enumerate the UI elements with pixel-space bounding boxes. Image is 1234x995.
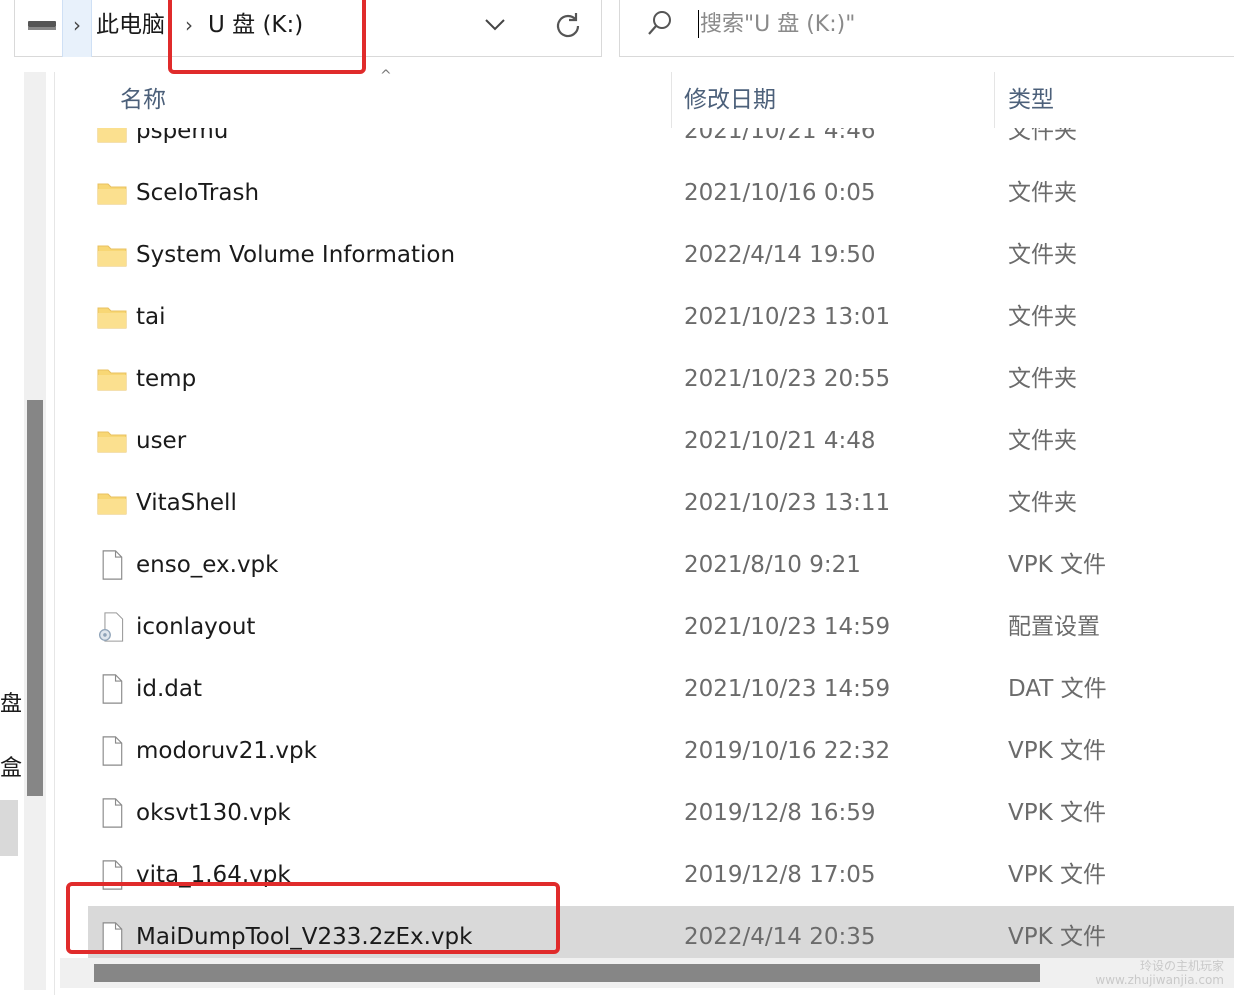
- watermark-line: www.zhujiwanjia.com: [1095, 973, 1224, 987]
- file-type: VPK 文件: [1008, 552, 1106, 578]
- navigation-item-fragment[interactable]: 盒: [0, 750, 22, 782]
- file-modified-date: 2021/10/21 4:48: [684, 428, 876, 454]
- column-divider[interactable]: [671, 72, 672, 128]
- file-modified-date: 2021/10/23 14:59: [684, 676, 891, 702]
- file-type: 文件夹: [1008, 180, 1077, 206]
- file-icon: [96, 798, 128, 828]
- file-type: VPK 文件: [1008, 800, 1106, 826]
- file-icon: [96, 674, 128, 704]
- table-row[interactable]: iconlayout 2021/10/23 14:59 配置设置: [54, 596, 1234, 658]
- horizontal-scrollbar-thumb[interactable]: [94, 964, 1040, 982]
- file-name: id.dat: [136, 676, 203, 702]
- folder-icon: [96, 488, 128, 518]
- navigation-item-fragment[interactable]: 盘: [0, 686, 22, 718]
- breadcrumb-this-pc[interactable]: 此电脑: [96, 0, 165, 50]
- folder-icon: [96, 302, 128, 332]
- file-type: DAT 文件: [1008, 676, 1107, 702]
- file-modified-date: 2019/12/8 16:59: [684, 800, 876, 826]
- folder-icon: [96, 364, 128, 394]
- watermark-line: 玲设の主机玩家: [1139, 959, 1224, 973]
- file-name: enso_ex.vpk: [136, 552, 279, 578]
- file-name: oksvt130.vpk: [136, 800, 291, 826]
- address-history-chevron-down-icon[interactable]: [478, 0, 512, 50]
- file-modified-date: 2021/10/23 13:01: [684, 304, 891, 330]
- file-icon: [96, 550, 128, 580]
- folder-icon: [96, 178, 128, 208]
- file-modified-date: 2021/8/10 9:21: [684, 552, 861, 578]
- file-modified-date: 2019/10/16 22:32: [684, 738, 891, 764]
- file-explorer-window: › 此电脑 › U 盘 (K:) 盘 盒 名称: [0, 0, 1234, 995]
- file-modified-date: 2022/4/14 19:50: [684, 242, 876, 268]
- file-modified-date: 2021/10/21 4:46: [684, 128, 876, 144]
- table-row[interactable]: tai 2021/10/23 13:01 文件夹: [54, 286, 1234, 348]
- table-row[interactable]: VitaShell 2021/10/23 13:11 文件夹: [54, 472, 1234, 534]
- file-modified-date: 2022/4/14 20:35: [684, 924, 876, 950]
- folder-icon: [96, 128, 128, 146]
- search-icon: [646, 8, 674, 40]
- file-modified-date: 2021/10/16 0:05: [684, 180, 876, 206]
- table-row[interactable]: id.dat 2021/10/23 14:59 DAT 文件: [54, 658, 1234, 720]
- file-type: 文件夹: [1008, 128, 1077, 144]
- file-type: 文件夹: [1008, 242, 1077, 268]
- watermark: 玲设の主机玩家 www.zhujiwanjia.com: [1095, 959, 1224, 987]
- column-divider[interactable]: [994, 72, 995, 128]
- file-name: user: [136, 428, 187, 454]
- file-type: 文件夹: [1008, 304, 1077, 330]
- file-name: pspemu: [136, 128, 229, 144]
- drive-icon: [14, 0, 62, 57]
- file-type: 文件夹: [1008, 490, 1077, 516]
- file-name: tai: [136, 304, 166, 330]
- file-name: System Volume Information: [136, 242, 456, 268]
- file-type: 文件夹: [1008, 428, 1077, 454]
- column-header-name[interactable]: 名称: [120, 72, 166, 128]
- file-type: VPK 文件: [1008, 862, 1106, 888]
- highlight-box-file: [66, 882, 560, 954]
- search-input[interactable]: [700, 0, 1200, 50]
- column-header-date[interactable]: 修改日期: [684, 72, 776, 128]
- navigation-scrollbar-thumb[interactable]: [27, 400, 43, 796]
- column-header-type[interactable]: 类型: [1008, 72, 1054, 128]
- file-modified-date: 2021/10/23 13:11: [684, 490, 891, 516]
- breadcrumb-chevron-icon[interactable]: ›: [62, 0, 92, 57]
- file-modified-date: 2021/10/23 14:59: [684, 614, 891, 640]
- column-header: 名称 修改日期 类型: [54, 72, 1234, 128]
- table-row[interactable]: pspemu 2021/10/21 4:46 文件夹: [54, 128, 1234, 162]
- settings-file-icon: [96, 612, 128, 642]
- refresh-icon[interactable]: [548, 0, 588, 50]
- file-name: VitaShell: [136, 490, 237, 516]
- file-modified-date: 2019/12/8 17:05: [684, 862, 876, 888]
- table-row[interactable]: modoruv21.vpk 2019/10/16 22:32 VPK 文件: [54, 720, 1234, 782]
- navigation-selected-item[interactable]: [0, 800, 18, 856]
- text-caret: [698, 10, 699, 38]
- table-row[interactable]: user 2021/10/21 4:48 文件夹: [54, 410, 1234, 472]
- folder-icon: [96, 426, 128, 456]
- file-name: modoruv21.vpk: [136, 738, 317, 764]
- table-row[interactable]: System Volume Information 2022/4/14 19:50…: [54, 224, 1234, 286]
- sort-ascending-icon: ^: [380, 68, 392, 84]
- file-type: VPK 文件: [1008, 924, 1106, 950]
- highlight-box-drive: [168, 0, 366, 74]
- table-row[interactable]: temp 2021/10/23 20:55 文件夹: [54, 348, 1234, 410]
- file-name: SceIoTrash: [136, 180, 260, 206]
- table-row[interactable]: oksvt130.vpk 2019/12/8 16:59 VPK 文件: [54, 782, 1234, 844]
- table-row[interactable]: SceIoTrash 2021/10/16 0:05 文件夹: [54, 162, 1234, 224]
- file-type: 配置设置: [1008, 614, 1100, 640]
- file-name: temp: [136, 366, 197, 392]
- file-icon: [96, 736, 128, 766]
- file-list: pspemu 2021/10/21 4:46 文件夹 SceIoTrash 2021/1…: [54, 128, 1234, 958]
- file-type: VPK 文件: [1008, 738, 1106, 764]
- file-type: 文件夹: [1008, 366, 1077, 392]
- file-modified-date: 2021/10/23 20:55: [684, 366, 891, 392]
- table-row[interactable]: enso_ex.vpk 2021/8/10 9:21 VPK 文件: [54, 534, 1234, 596]
- folder-icon: [96, 240, 128, 270]
- file-name: iconlayout: [136, 614, 256, 640]
